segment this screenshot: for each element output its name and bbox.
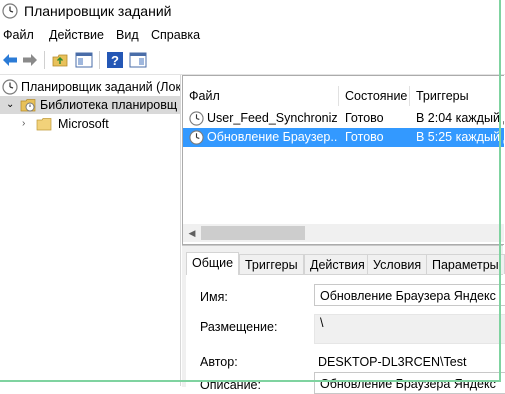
window-border: [0, 0, 501, 382]
tab-general[interactable]: Общие: [186, 252, 240, 275]
